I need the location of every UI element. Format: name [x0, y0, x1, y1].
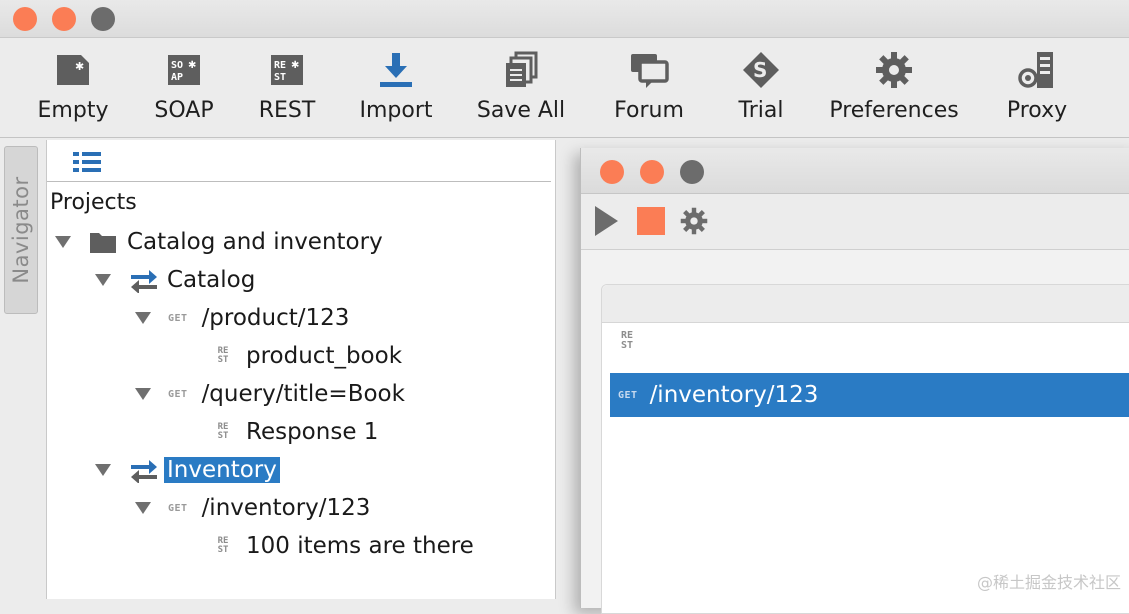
svg-text:RE: RE [274, 60, 286, 71]
tree-item-catalog[interactable]: Catalog [129, 263, 255, 297]
zoom-window-button[interactable] [91, 7, 115, 31]
rest-project-icon: RE ST ✱ [267, 50, 307, 90]
tree-item-label: Catalog [167, 267, 256, 293]
resource-pane: RE ST [601, 284, 1129, 614]
selected-resource-label: /inventory/123 [649, 382, 819, 408]
navigator-panel: Projects Catalog and inventory Catalog G… [46, 140, 556, 599]
gear-icon [874, 50, 914, 90]
tree-item-resource[interactable]: GET /query/title=Book [168, 377, 405, 411]
minimize-window-button[interactable] [52, 7, 76, 31]
svg-text:SO: SO [171, 60, 183, 71]
resource-toolbar [581, 194, 1129, 250]
empty-project-icon: ✱ [53, 50, 93, 90]
expand-triangle-icon[interactable] [95, 464, 111, 476]
navigator-toolbar [47, 140, 551, 182]
svg-text:AP: AP [171, 72, 183, 83]
tree-item-request[interactable]: RE ST product_book [213, 339, 402, 373]
tree-item-inventory[interactable]: Inventory [129, 453, 280, 487]
tree-item-project[interactable]: Catalog and inventory [89, 225, 383, 259]
close-window-button[interactable] [13, 7, 37, 31]
import-button[interactable]: Import [356, 50, 436, 132]
preferences-button[interactable]: Preferences [829, 50, 959, 132]
empty-project-button[interactable]: ✱ Empty [38, 50, 108, 132]
soap-project-icon: SO AP ✱ [164, 50, 204, 90]
main-toolbar: ✱ Empty SOAP ✱ SOAP REST ✱ REST Import [0, 38, 1129, 138]
rest-request-icon: RE ST [217, 536, 229, 555]
tree-item-label: /query/title=Book [201, 381, 405, 407]
navigator-tab-label: Navigator [9, 176, 33, 284]
navigator-tab[interactable]: Navigator [4, 146, 38, 314]
list-view-icon[interactable] [73, 152, 101, 172]
tree-item-label: Response 1 [246, 419, 379, 445]
save-all-icon [501, 50, 541, 90]
get-method-icon: GET [168, 502, 188, 514]
watermark: @稀土掘金技术社区 [976, 573, 1121, 592]
resource-body: RE ST GET /inventory/123 [581, 250, 1129, 614]
expand-triangle-icon[interactable] [135, 388, 151, 400]
resource-window-title-bar [581, 148, 1129, 194]
tree-item-label-selected: Inventory [164, 457, 280, 483]
app-window: ✱ Empty SOAP ✱ SOAP REST ✱ REST Import [0, 0, 1129, 614]
close-window-button[interactable] [600, 160, 624, 184]
forum-button[interactable]: Forum [610, 50, 688, 132]
proxy-icon [1017, 50, 1057, 90]
svg-text:✱: ✱ [188, 60, 196, 71]
get-method-icon: GET [168, 312, 188, 324]
tree-item-label: 100 items are there [246, 533, 474, 559]
tree-item-request[interactable]: RE ST 100 items are there [213, 529, 474, 563]
tree-item-resource[interactable]: GET /product/123 [168, 301, 349, 335]
tree-item-label: /product/123 [201, 305, 350, 331]
expand-triangle-icon[interactable] [135, 502, 151, 514]
zoom-window-button[interactable] [680, 160, 704, 184]
service-swap-icon [131, 270, 157, 293]
folder-icon [90, 233, 116, 253]
soap-project-button[interactable]: SO AP ✱ SOAP [150, 50, 218, 132]
svg-text:✱: ✱ [291, 60, 299, 71]
service-swap-icon [131, 460, 157, 483]
stop-icon[interactable] [637, 207, 665, 235]
rest-request-icon: RE ST [217, 346, 229, 365]
title-bar [0, 0, 1129, 38]
expand-triangle-icon[interactable] [135, 312, 151, 324]
resource-window: RE ST GET /inventory/123 [580, 148, 1129, 614]
proxy-button[interactable]: Proxy [1002, 50, 1072, 132]
selected-resource-row[interactable]: GET /inventory/123 [610, 373, 1129, 417]
forum-icon [629, 50, 669, 90]
expand-triangle-icon[interactable] [95, 274, 111, 286]
rest-request-icon: RE ST [620, 330, 634, 351]
play-icon[interactable] [593, 205, 619, 237]
tree-item-label: /inventory/123 [201, 495, 371, 521]
expand-triangle-icon[interactable] [55, 236, 71, 248]
svg-text:✱: ✱ [75, 60, 84, 73]
resource-pane-header [602, 285, 1129, 323]
gear-icon[interactable] [680, 207, 708, 235]
trial-icon: S [741, 50, 781, 90]
minimize-window-button[interactable] [640, 160, 664, 184]
get-method-icon: GET [618, 389, 638, 401]
rest-project-button[interactable]: RE ST ✱ REST [256, 50, 318, 132]
tree-item-request[interactable]: RE ST Response 1 [213, 415, 379, 449]
save-all-button[interactable]: Save All [476, 50, 566, 132]
get-method-icon: GET [168, 388, 188, 400]
tree-item-label: Catalog and inventory [127, 229, 383, 255]
projects-header: Projects [50, 190, 137, 215]
import-icon [376, 50, 416, 90]
svg-text:ST: ST [274, 72, 286, 83]
svg-text:S: S [753, 58, 767, 82]
tree-item-label: product_book [246, 343, 403, 369]
tree-item-resource[interactable]: GET /inventory/123 [168, 491, 370, 525]
trial-button[interactable]: S Trial [733, 50, 789, 132]
rest-request-icon: RE ST [217, 422, 229, 441]
